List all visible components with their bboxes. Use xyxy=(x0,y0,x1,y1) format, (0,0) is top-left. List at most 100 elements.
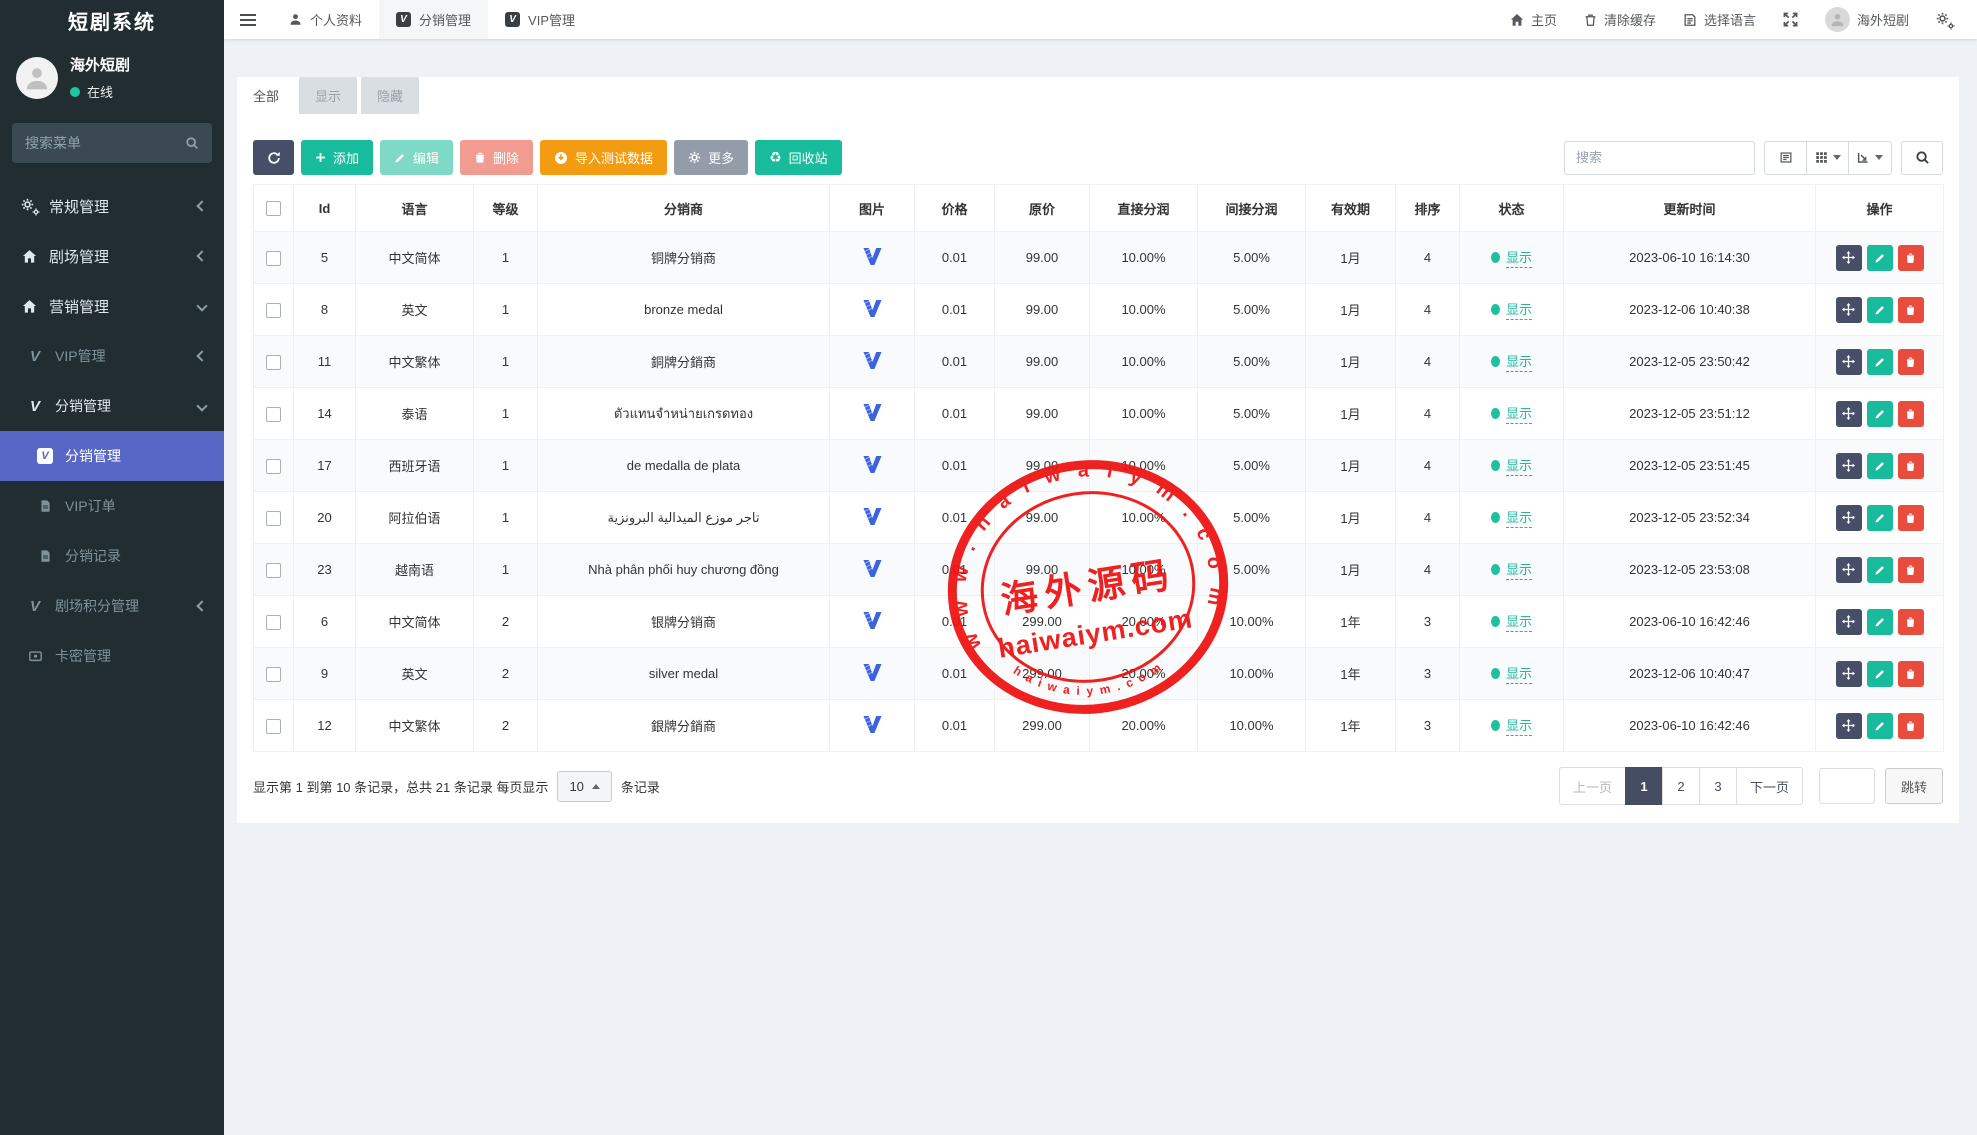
refresh-button[interactable] xyxy=(253,140,294,175)
row-delete-button[interactable] xyxy=(1898,661,1924,687)
distributor-image[interactable] xyxy=(862,351,883,370)
sidebar-item-distribution-mgmt-sub[interactable]: V 分销管理 xyxy=(0,431,224,481)
row-edit-button[interactable] xyxy=(1867,661,1893,687)
distributor-image[interactable] xyxy=(862,403,883,422)
drag-sort-button[interactable] xyxy=(1836,609,1862,635)
sidebar-item-marketing-mgmt[interactable]: 营销管理 xyxy=(0,281,224,331)
status-badge[interactable]: 显示 xyxy=(1491,403,1532,424)
distributor-image[interactable] xyxy=(862,715,883,734)
sidebar-item-vip-mgmt[interactable]: V VIP管理 xyxy=(0,331,224,381)
row-checkbox[interactable] xyxy=(266,251,281,266)
topbar-tab-vip[interactable]: V VIP管理 xyxy=(488,0,592,39)
tab-visible[interactable]: 显示 xyxy=(299,77,357,114)
status-badge[interactable]: 显示 xyxy=(1491,559,1532,580)
tab-hidden[interactable]: 隐藏 xyxy=(361,77,419,114)
row-edit-button[interactable] xyxy=(1867,505,1893,531)
row-checkbox[interactable] xyxy=(266,563,281,578)
row-checkbox[interactable] xyxy=(266,355,281,370)
row-checkbox[interactable] xyxy=(266,407,281,422)
select-all-checkbox[interactable] xyxy=(266,201,281,216)
status-badge[interactable]: 显示 xyxy=(1491,455,1532,476)
sidebar-item-card-key-mgmt[interactable]: 卡密管理 xyxy=(0,631,224,681)
drag-sort-button[interactable] xyxy=(1836,557,1862,583)
drag-sort-button[interactable] xyxy=(1836,401,1862,427)
delete-button[interactable]: 删除 xyxy=(460,140,533,175)
row-delete-button[interactable] xyxy=(1898,453,1924,479)
fullscreen-button[interactable] xyxy=(1783,12,1798,27)
search-button[interactable] xyxy=(1901,141,1943,175)
row-delete-button[interactable] xyxy=(1898,713,1924,739)
sidebar-search-input[interactable] xyxy=(25,135,177,151)
settings-button[interactable] xyxy=(1936,12,1953,28)
distributor-image[interactable] xyxy=(862,663,883,682)
row-delete-button[interactable] xyxy=(1898,401,1924,427)
distributor-image[interactable] xyxy=(862,559,883,578)
distributor-image[interactable] xyxy=(862,507,883,526)
more-button[interactable]: 更多 xyxy=(674,140,748,175)
drag-sort-button[interactable] xyxy=(1836,505,1862,531)
status-badge[interactable]: 显示 xyxy=(1491,663,1532,684)
sidebar-item-distribution-mgmt[interactable]: V 分销管理 xyxy=(0,381,224,431)
row-checkbox[interactable] xyxy=(266,511,281,526)
drag-sort-button[interactable] xyxy=(1836,349,1862,375)
import-test-data-button[interactable]: 导入测试数据 xyxy=(540,140,667,175)
drag-sort-button[interactable] xyxy=(1836,453,1862,479)
row-edit-button[interactable] xyxy=(1867,401,1893,427)
drag-sort-button[interactable] xyxy=(1836,713,1862,739)
topbar-tab-profile[interactable]: 个人资料 xyxy=(272,0,379,39)
select-language-link[interactable]: 选择语言 xyxy=(1683,10,1756,29)
export-button[interactable] xyxy=(1849,142,1891,174)
topbar-tab-distribution[interactable]: V 分销管理 xyxy=(379,0,488,39)
page-jump-input[interactable] xyxy=(1819,768,1875,804)
row-delete-button[interactable] xyxy=(1898,349,1924,375)
row-checkbox[interactable] xyxy=(266,303,281,318)
pagination-page-1[interactable]: 1 xyxy=(1625,767,1663,805)
sidebar-item-vip-orders[interactable]: VIP订单 xyxy=(0,481,224,531)
status-badge[interactable]: 显示 xyxy=(1491,299,1532,320)
row-delete-button[interactable] xyxy=(1898,297,1924,323)
row-edit-button[interactable] xyxy=(1867,349,1893,375)
row-delete-button[interactable] xyxy=(1898,245,1924,271)
status-badge[interactable]: 显示 xyxy=(1491,715,1532,736)
row-edit-button[interactable] xyxy=(1867,245,1893,271)
distributor-image[interactable] xyxy=(862,247,883,266)
add-button[interactable]: 添加 xyxy=(301,140,373,175)
sidebar-item-general-mgmt[interactable]: 常规管理 xyxy=(0,181,224,231)
distributor-image[interactable] xyxy=(862,611,883,630)
edit-button[interactable]: 编辑 xyxy=(380,140,453,175)
drag-sort-button[interactable] xyxy=(1836,297,1862,323)
clear-cache-link[interactable]: 清除缓存 xyxy=(1584,10,1656,29)
pagination-page-3[interactable]: 3 xyxy=(1699,767,1737,805)
status-badge[interactable]: 显示 xyxy=(1491,507,1532,528)
status-badge[interactable]: 显示 xyxy=(1491,611,1532,632)
pagination-prev[interactable]: 上一页 xyxy=(1559,767,1626,805)
row-checkbox[interactable] xyxy=(266,459,281,474)
row-checkbox[interactable] xyxy=(266,667,281,682)
row-edit-button[interactable] xyxy=(1867,297,1893,323)
pagination-next[interactable]: 下一页 xyxy=(1736,767,1803,805)
row-checkbox[interactable] xyxy=(266,615,281,630)
page-size-select[interactable]: 10 xyxy=(557,771,611,802)
row-checkbox[interactable] xyxy=(266,719,281,734)
distributor-image[interactable] xyxy=(862,455,883,474)
sidebar-item-distribution-records[interactable]: 分销记录 xyxy=(0,531,224,581)
page-jump-button[interactable]: 跳转 xyxy=(1885,768,1943,804)
drag-sort-button[interactable] xyxy=(1836,661,1862,687)
hamburger-menu-button[interactable] xyxy=(224,0,272,39)
search-icon[interactable] xyxy=(185,136,199,150)
row-edit-button[interactable] xyxy=(1867,557,1893,583)
tab-all[interactable]: 全部 xyxy=(237,77,295,114)
row-edit-button[interactable] xyxy=(1867,609,1893,635)
row-edit-button[interactable] xyxy=(1867,713,1893,739)
sidebar-item-theater-points-mgmt[interactable]: V 剧场积分管理 xyxy=(0,581,224,631)
pagination-page-2[interactable]: 2 xyxy=(1662,767,1700,805)
table-search-input[interactable] xyxy=(1564,141,1755,175)
detail-view-button[interactable] xyxy=(1765,142,1807,174)
row-delete-button[interactable] xyxy=(1898,505,1924,531)
status-badge[interactable]: 显示 xyxy=(1491,247,1532,268)
recycle-bin-button[interactable]: ♻ 回收站 xyxy=(755,140,842,175)
row-edit-button[interactable] xyxy=(1867,453,1893,479)
row-delete-button[interactable] xyxy=(1898,557,1924,583)
home-link[interactable]: 主页 xyxy=(1510,10,1557,29)
sidebar-item-theater-mgmt[interactable]: 剧场管理 xyxy=(0,231,224,281)
